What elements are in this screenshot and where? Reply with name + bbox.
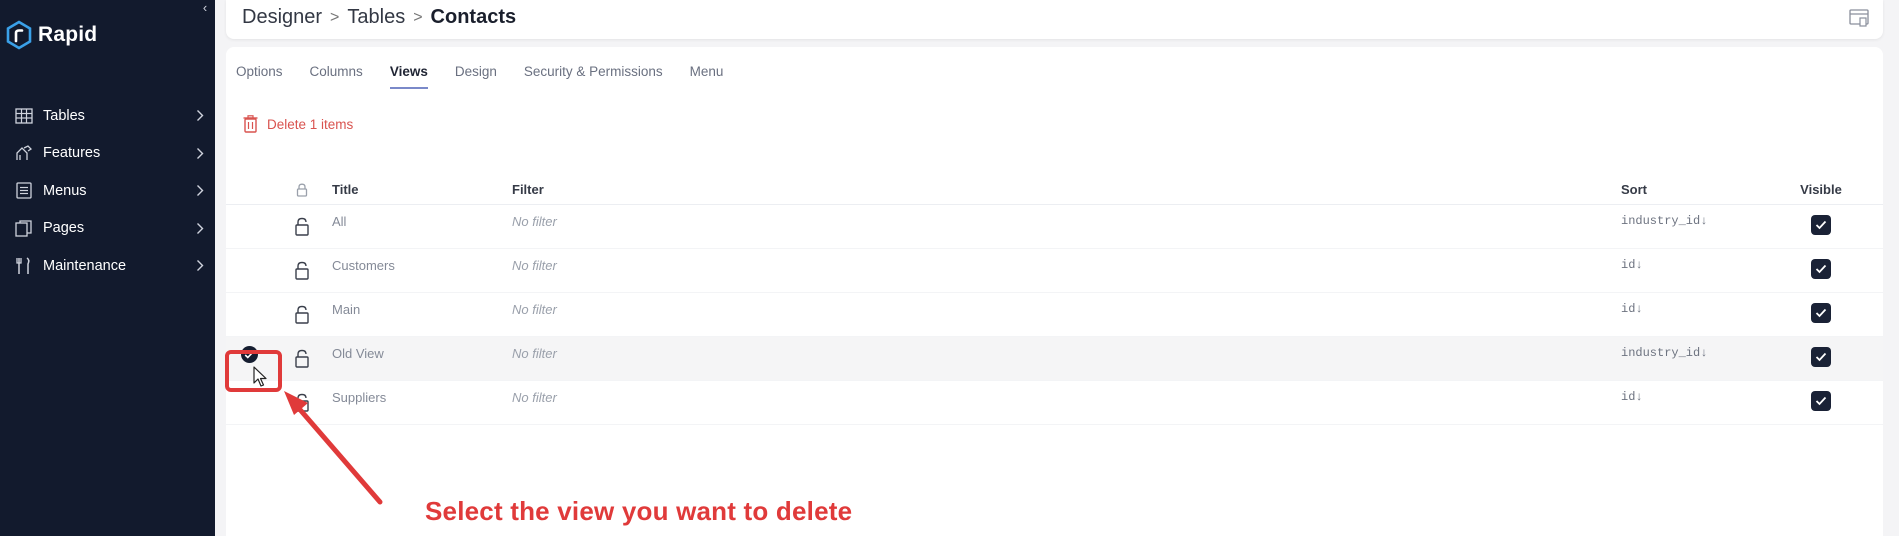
- sidebar-item-features[interactable]: Features: [0, 135, 215, 173]
- sidebar-item-menus[interactable]: Menus: [0, 172, 215, 210]
- table-row[interactable]: Customers No filter id↓: [226, 249, 1883, 293]
- unlock-icon[interactable]: [294, 217, 310, 236]
- row-sort: industry_id↓: [1621, 346, 1708, 360]
- chevron-right-icon: [185, 222, 215, 235]
- check-icon: [1815, 308, 1827, 318]
- row-filter: No filter: [512, 346, 557, 361]
- tab-options[interactable]: Options: [236, 64, 283, 89]
- pages-icon: [14, 218, 34, 238]
- sidebar-item-label: Menus: [43, 182, 87, 199]
- visible-checkbox[interactable]: [1811, 347, 1831, 367]
- visible-checkbox[interactable]: [1811, 259, 1831, 279]
- sort-column-header[interactable]: Sort: [1621, 182, 1791, 197]
- unlock-icon[interactable]: [294, 349, 310, 368]
- breadcrumb-designer[interactable]: Designer: [242, 6, 322, 29]
- mouse-cursor-icon: [253, 366, 267, 387]
- main-panel: Options Columns Views Design Security & …: [226, 47, 1883, 536]
- app-name: Rapid: [38, 23, 98, 46]
- sidebar-item-label: Pages: [43, 220, 85, 237]
- row-filter: No filter: [512, 302, 557, 317]
- annotation-callout: Select the view you want to delete: [424, 495, 853, 527]
- row-sort: industry_id↓: [1621, 214, 1708, 228]
- check-icon: [1815, 220, 1827, 230]
- table-icon: [14, 106, 34, 126]
- row-title: Old View: [332, 346, 384, 361]
- sidebar: ‹ Rapid Tables Features Menus Pages Main…: [0, 0, 215, 536]
- row-sort: id↓: [1621, 258, 1643, 272]
- menu-list-icon: [14, 181, 34, 201]
- preview-window-icon[interactable]: [1849, 9, 1869, 32]
- sidebar-nav: Tables Features Menus Pages Maintenance: [0, 97, 215, 285]
- table-header-row: Title Filter Sort Visible: [226, 175, 1883, 205]
- row-title: Suppliers: [332, 390, 387, 405]
- breadcrumb: Designer > Tables > Contacts: [242, 6, 516, 29]
- sidebar-item-tables[interactable]: Tables: [0, 97, 215, 135]
- chevron-right-icon: [185, 147, 215, 160]
- tab-views[interactable]: Views: [389, 64, 428, 89]
- visible-checkbox[interactable]: [1811, 215, 1831, 235]
- breadcrumb-tables[interactable]: Tables: [347, 6, 405, 29]
- chevron-right-icon: [185, 259, 215, 272]
- rapid-logo-icon: [6, 20, 32, 50]
- tab-design[interactable]: Design: [455, 64, 497, 89]
- visible-checkbox[interactable]: [1811, 391, 1831, 411]
- features-icon: [14, 143, 34, 163]
- row-title: All: [332, 214, 347, 229]
- unlock-icon[interactable]: [294, 261, 310, 280]
- table-row[interactable]: Suppliers No filter id↓: [226, 381, 1883, 425]
- sidebar-item-pages[interactable]: Pages: [0, 210, 215, 248]
- breadcrumb-separator-icon: >: [413, 8, 423, 26]
- tab-menu[interactable]: Menu: [690, 64, 724, 89]
- sidebar-item-label: Tables: [43, 107, 85, 124]
- tab-columns[interactable]: Columns: [310, 64, 363, 89]
- unlock-icon[interactable]: [294, 305, 310, 324]
- table-row[interactable]: All No filter industry_id↓: [226, 205, 1883, 249]
- row-title: Customers: [332, 258, 395, 273]
- tab-security-permissions[interactable]: Security & Permissions: [524, 64, 663, 89]
- check-icon: [1815, 352, 1827, 362]
- table-row[interactable]: Main No filter id↓: [226, 293, 1883, 337]
- sidebar-item-maintenance[interactable]: Maintenance: [0, 247, 215, 285]
- row-sort: id↓: [1621, 390, 1643, 404]
- trash-icon: [243, 115, 258, 133]
- app-logo[interactable]: Rapid: [6, 20, 97, 50]
- chevron-right-icon: [185, 109, 215, 122]
- sidebar-item-label: Maintenance: [43, 257, 127, 274]
- filter-column-header[interactable]: Filter: [512, 182, 1621, 197]
- page-title: Contacts: [430, 6, 517, 28]
- visible-checkbox[interactable]: [1811, 303, 1831, 323]
- row-sort: id↓: [1621, 302, 1643, 316]
- views-table: Title Filter Sort Visible All No filter …: [226, 175, 1883, 425]
- row-filter: No filter: [512, 390, 557, 405]
- title-column-header[interactable]: Title: [332, 182, 512, 197]
- visible-column-header[interactable]: Visible: [1791, 182, 1851, 197]
- sidebar-collapse-icon[interactable]: ‹: [198, 0, 212, 16]
- sidebar-item-label: Features: [43, 145, 101, 162]
- table-row-selected[interactable]: Old View No filter industry_id↓: [226, 337, 1883, 381]
- unlock-icon[interactable]: [294, 393, 310, 412]
- chevron-right-icon: [185, 184, 215, 197]
- wrench-icon: [14, 256, 34, 276]
- lock-column-header: [272, 183, 332, 197]
- row-filter: No filter: [512, 214, 557, 229]
- lock-icon: [296, 183, 308, 197]
- tab-bar: Options Columns Views Design Security & …: [236, 64, 750, 89]
- delete-items-button[interactable]: Delete 1 items: [243, 115, 353, 133]
- check-icon: [1815, 396, 1827, 406]
- breadcrumb-separator-icon: >: [330, 8, 340, 26]
- row-filter: No filter: [512, 258, 557, 273]
- page-header: Designer > Tables > Contacts: [226, 0, 1883, 39]
- delete-items-label: Delete 1 items: [267, 116, 354, 132]
- row-title: Main: [332, 302, 361, 317]
- check-icon: [1815, 264, 1827, 274]
